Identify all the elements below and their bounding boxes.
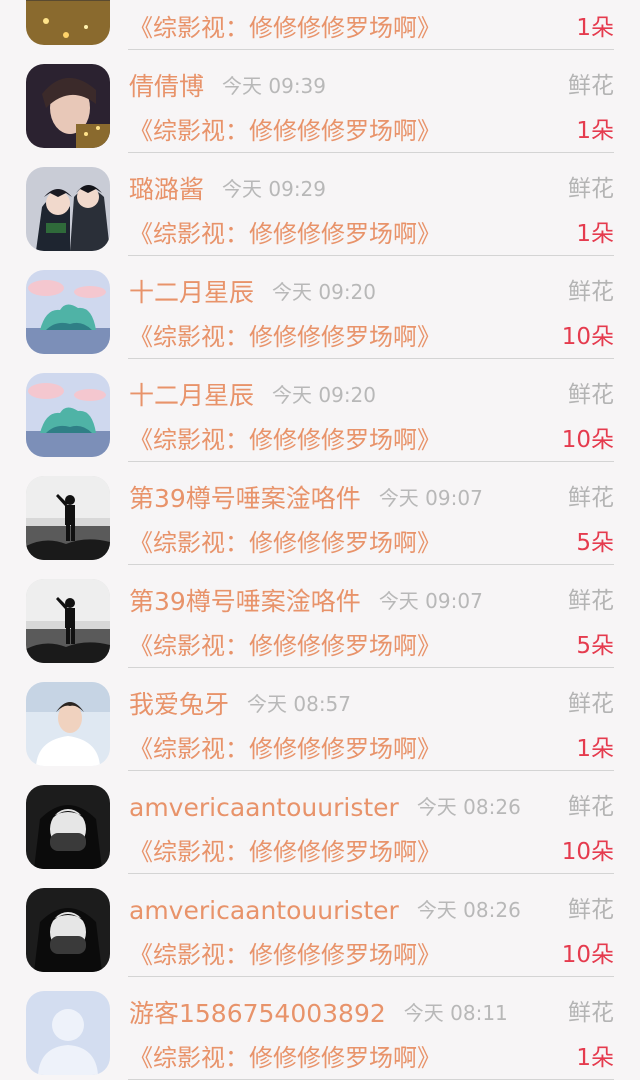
- gift-type-label: 鲜花: [568, 794, 614, 820]
- list-item[interactable]: amvericaantouurister 今天 08:26 鲜花 《综影视：修修修修罗…: [0, 761, 640, 874]
- timestamp: 今天 09:07: [378, 589, 483, 613]
- user-name: 游客1586754003892 今天 08:11: [129, 999, 508, 1028]
- list-item[interactable]: 第39樽号唾案淦咯件 今天 09:07 鲜花 《综影视：修修修修罗场啊》 5朵: [0, 452, 640, 565]
- list-item[interactable]: 我爱兔牙 今天 08:57 鲜花 《综影视：修修修修罗场啊》 1朵: [0, 658, 640, 771]
- user-name: 十二月星辰 今天 09:20: [129, 381, 377, 410]
- gift-type-label: 鲜花: [568, 485, 614, 511]
- list-item[interactable]: 游客1586754003892 今天 08:11 鲜花 《综影视：修修修修罗场啊》 1朵: [0, 967, 640, 1080]
- list-item[interactable]: amvericaantouurister 今天 08:26 鲜花 《综影视：修修修修罗…: [0, 864, 640, 977]
- timestamp: 今天 09:29: [222, 177, 327, 201]
- timestamp: 今天 08:26: [416, 795, 521, 819]
- avatar[interactable]: [26, 64, 110, 148]
- avatar[interactable]: [26, 888, 110, 972]
- user-name: 倩倩博 今天 09:39: [129, 72, 327, 101]
- timestamp: 今天 08:26: [416, 898, 521, 922]
- user-name: amvericaantouurister 今天 08:26: [129, 896, 521, 925]
- timestamp: 今天 09:39: [222, 74, 327, 98]
- timestamp: 今天 09:20: [272, 280, 377, 304]
- avatar[interactable]: [26, 270, 110, 354]
- list-item[interactable]: 十二月星辰 今天 09:20 鲜花 《综影视：修修修修罗场啊》 10朵: [0, 246, 640, 359]
- avatar[interactable]: [26, 476, 110, 560]
- gift-type-label: 鲜花: [568, 382, 614, 408]
- user-name: 璐潞酱 今天 09:29: [129, 175, 327, 204]
- gift-type-label: 鲜花: [568, 73, 614, 99]
- gift-type-label: 鲜花: [568, 1000, 614, 1026]
- user-name: 第39樽号唾案淦咯件 今天 09:07: [129, 484, 483, 513]
- list-item[interactable]: 璐潞酱 今天 09:29 鲜花 《综影视：修修修修罗场啊》 1朵: [0, 143, 640, 256]
- timestamp: 今天 08:57: [247, 692, 352, 716]
- list-item[interactable]: 倩倩博今天 09:39鲜花《综影视：修修修修罗场啊》1朵: [0, 0, 640, 50]
- gift-type-label: 鲜花: [568, 897, 614, 923]
- avatar[interactable]: [26, 991, 110, 1075]
- gift-type-label: 鲜花: [568, 176, 614, 202]
- timestamp: 今天 08:11: [403, 1001, 508, 1025]
- user-name: 我爱兔牙 今天 08:57: [129, 690, 352, 719]
- gift-record-list: 倩倩博今天 09:39鲜花《综影视：修修修修罗场啊》1朵倩倩博今天 09:39 鲜…: [0, 0, 640, 1080]
- avatar[interactable]: [26, 785, 110, 869]
- list-item[interactable]: 第39樽号唾案淦咯件 今天 09:07 鲜花 《综影视：修修修修罗场啊》 5朵: [0, 555, 640, 668]
- avatar[interactable]: [26, 0, 110, 45]
- timestamp: 今天 09:20: [272, 383, 377, 407]
- user-name: amvericaantouurister 今天 08:26: [129, 793, 521, 822]
- avatar[interactable]: [26, 167, 110, 251]
- user-name: 十二月星辰 今天 09:20: [129, 278, 377, 307]
- timestamp: 今天 09:07: [378, 486, 483, 510]
- gift-type-label: 鲜花: [568, 691, 614, 717]
- avatar[interactable]: [26, 682, 110, 766]
- gift-type-label: 鲜花: [568, 588, 614, 614]
- avatar[interactable]: [26, 373, 110, 457]
- gift-type-label: 鲜花: [568, 279, 614, 305]
- list-item[interactable]: 倩倩博今天 09:39鲜花《综影视：修修修修罗场啊》1朵: [0, 40, 640, 153]
- user-name: 第39樽号唾案淦咯件 今天 09:07: [129, 587, 483, 616]
- avatar[interactable]: [26, 579, 110, 663]
- list-item[interactable]: 十二月星辰 今天 09:20 鲜花 《综影视：修修修修罗场啊》 10朵: [0, 349, 640, 462]
